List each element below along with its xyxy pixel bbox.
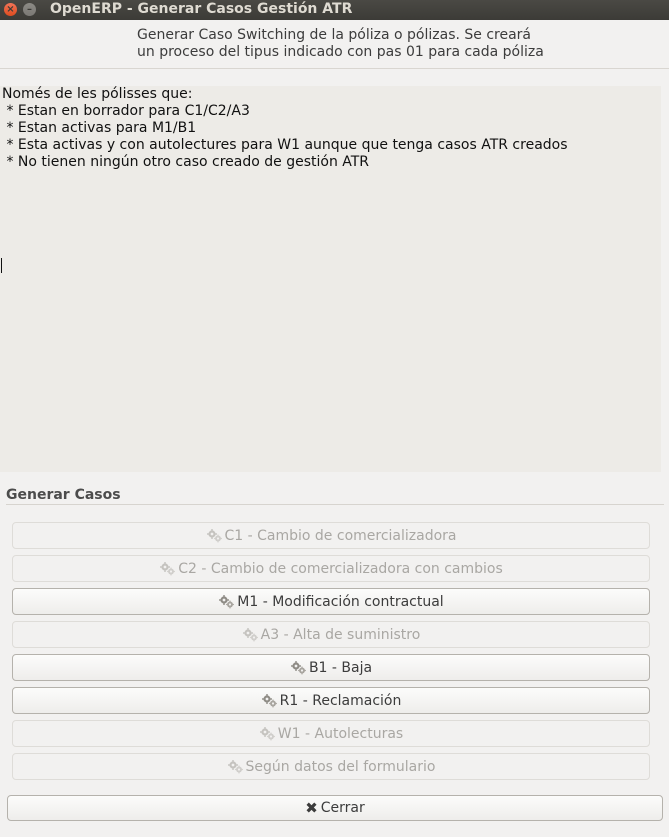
info-text-area[interactable]: Només de les pólisses que: * Estan en bo… [0, 86, 661, 472]
gears-icon [206, 528, 223, 543]
case-button-m1[interactable]: M1 - Modificación contractual [12, 588, 650, 615]
case-button-label: W1 - Autolecturas [277, 725, 404, 742]
case-button-label: C1 - Cambio de comercializadora [224, 527, 457, 544]
window-minimize-icon[interactable]: – [23, 3, 36, 16]
gears-icon [159, 561, 176, 576]
dialog-header: Generar Caso Switching de la póliza o pó… [0, 20, 669, 69]
case-button-label: M1 - Modificación contractual [237, 593, 444, 610]
case-button-r1[interactable]: R1 - Reclamación [12, 687, 650, 714]
case-button-c1[interactable]: C1 - Cambio de comercializadora [12, 522, 650, 549]
header-line-2: un proceso del tipus indicado con pas 01… [137, 44, 544, 60]
case-button-a3[interactable]: A3 - Alta de suministro [12, 621, 650, 648]
gears-icon [242, 627, 259, 642]
window-titlebar: × – OpenERP - Generar Casos Gestión ATR [0, 0, 669, 20]
header-line-1: Generar Caso Switching de la póliza o pó… [137, 27, 532, 43]
case-button-label: A3 - Alta de suministro [260, 626, 421, 643]
gears-icon [218, 594, 235, 609]
text-caret [1, 258, 2, 273]
case-button-b1[interactable]: B1 - Baja [12, 654, 650, 681]
close-button-label: Cerrar [320, 800, 365, 816]
info-text: Només de les pólisses que: * Estan en bo… [2, 86, 568, 170]
case-button-label: B1 - Baja [308, 659, 373, 676]
case-button-segn[interactable]: Según datos del formulario [12, 753, 650, 780]
gears-icon [290, 660, 307, 675]
gears-icon [227, 759, 244, 774]
window-close-icon[interactable]: × [4, 3, 17, 16]
section-divider [6, 504, 664, 505]
case-button-w1[interactable]: W1 - Autolecturas [12, 720, 650, 747]
section-title: Generar Casos [6, 487, 121, 503]
gears-icon [261, 693, 278, 708]
gears-icon [259, 726, 276, 741]
close-icon: ✖ [305, 799, 318, 817]
case-button-label: R1 - Reclamación [279, 692, 402, 709]
window-title: OpenERP - Generar Casos Gestión ATR [50, 1, 353, 17]
case-button-label: Según datos del formulario [245, 758, 436, 775]
case-button-label: C2 - Cambio de comercializadora con camb… [178, 560, 503, 577]
close-button[interactable]: ✖ Cerrar [7, 795, 663, 821]
case-button-c2[interactable]: C2 - Cambio de comercializadora con camb… [12, 555, 650, 582]
